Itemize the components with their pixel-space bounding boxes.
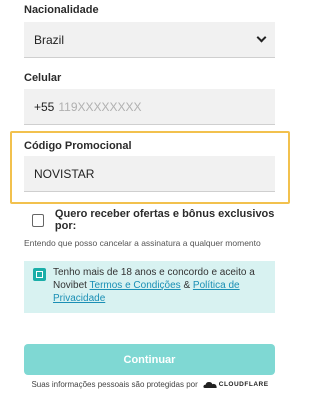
nationality-value: Brazil [34, 32, 65, 47]
chevron-down-icon [256, 32, 267, 43]
phone-field[interactable]: +55 [24, 89, 275, 125]
nationality-select[interactable]: Brazil [24, 22, 275, 58]
nationality-label: Nacionalidade [24, 4, 99, 16]
checkbox-check-icon [36, 271, 43, 278]
offers-label: Quero receber ofertas e bônus exclusivos… [54, 208, 275, 232]
age-consent-text: Tenho mais de 18 anos e concordo e aceit… [53, 266, 271, 305]
age-consent-panel: Tenho mais de 18 anos e concordo e aceit… [24, 261, 275, 313]
continue-button[interactable]: Continuar [24, 344, 275, 375]
offers-checkbox[interactable] [32, 213, 44, 227]
promo-code-input[interactable]: NOVISTAR [24, 156, 275, 192]
phone-label: Celular [24, 72, 62, 84]
cancel-note: Entendo que posso cancelar a assinatura … [24, 238, 261, 248]
promo-code-value: NOVISTAR [34, 166, 95, 181]
cloudflare-brand: CLOUDFLARE [218, 381, 269, 388]
cloudflare-logo: CLOUDFLARE [203, 381, 269, 389]
promo-code-label: Código Promocional [24, 140, 132, 152]
security-footer: Suas informações pessoais são protegidas… [0, 380, 300, 389]
offers-opt-in[interactable]: Quero receber ofertas e bônus exclusivos… [24, 208, 275, 232]
phone-input[interactable] [58, 99, 249, 114]
cloudflare-cloud-icon [203, 381, 217, 388]
footer-text: Suas informações pessoais são protegidas… [31, 380, 198, 389]
phone-country-prefix: +55 [34, 99, 55, 114]
terms-link[interactable]: Termos e Condições [90, 280, 181, 291]
age-consent-conjunction: & [180, 280, 193, 291]
age-consent-checkbox[interactable] [33, 268, 46, 281]
